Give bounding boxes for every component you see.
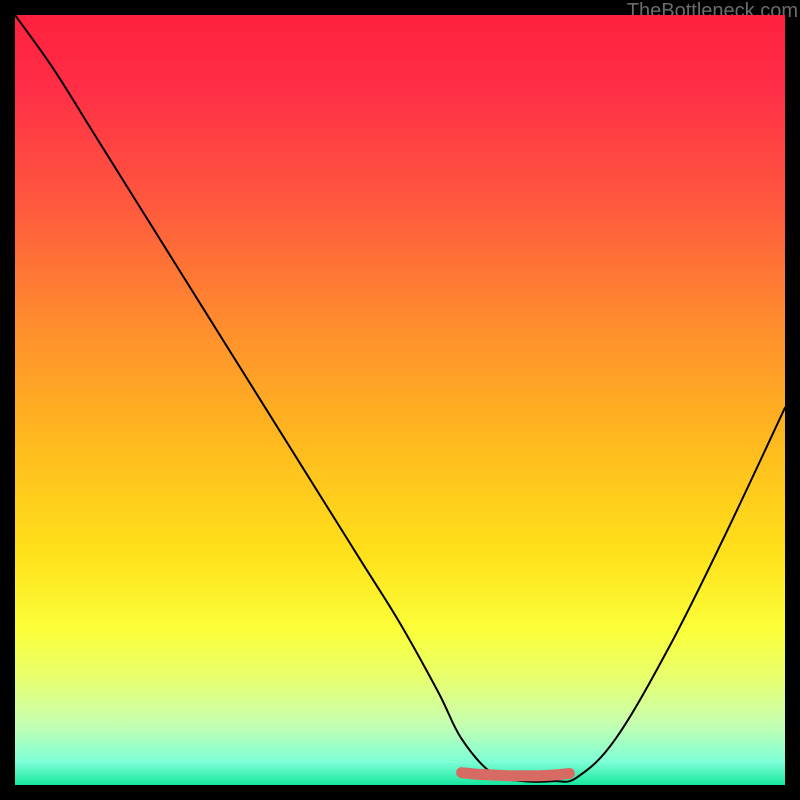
plot-area: [15, 15, 785, 785]
chart-svg: [15, 15, 785, 785]
flat-marker-path: [462, 773, 570, 776]
bottleneck-curve-path: [15, 15, 785, 782]
outer-frame: TheBottleneck.com: [0, 0, 800, 800]
